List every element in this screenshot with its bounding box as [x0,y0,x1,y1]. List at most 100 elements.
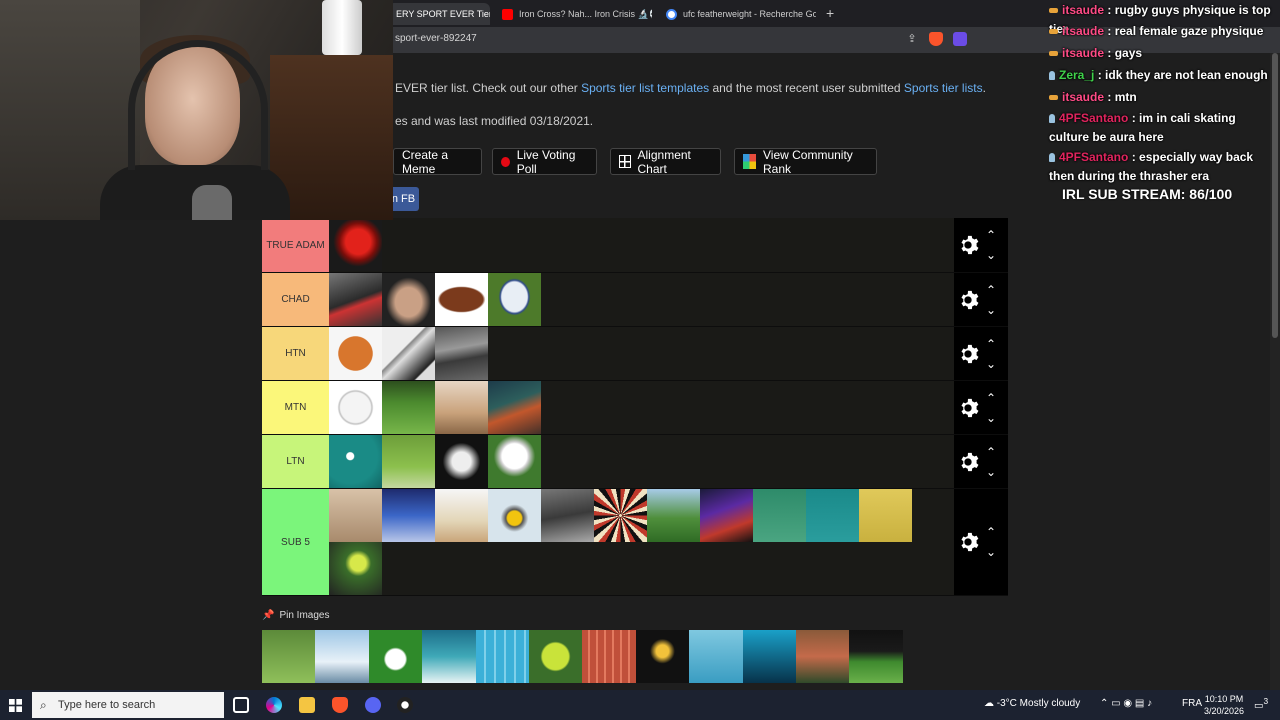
weather-widget[interactable]: ☁ -3°C Mostly cloudy [984,698,1080,709]
taskbar-search-input[interactable]: ⌕ Type here to search [32,692,224,718]
tennis-ball-tile[interactable] [528,630,583,683]
scrollbar-thumb[interactable] [1272,53,1278,338]
billiards-tile[interactable] [329,435,382,488]
table-game-tile[interactable] [435,381,488,434]
nascar-tile[interactable] [435,327,488,380]
volleyball-tile[interactable] [635,630,690,683]
fingerboard-tile[interactable] [329,489,382,542]
move-up-icon[interactable]: ⌃ [986,445,1000,459]
obs-icon[interactable] [397,697,413,713]
view-community-rank-button[interactable]: View Community Rank [734,147,877,176]
windows-start-icon[interactable] [9,699,22,712]
move-down-icon[interactable]: ⌄ [986,248,1000,262]
cricket-tile[interactable] [435,489,488,542]
tier-label[interactable]: HTN [262,327,329,380]
move-up-icon[interactable]: ⌃ [986,337,1000,351]
track-hurdles-tile[interactable] [582,630,636,683]
stadium-tile[interactable] [795,630,850,683]
clock-time: 10:10 PM [1204,694,1244,704]
button-label: Alignment Chart [637,147,691,176]
move-up-icon[interactable]: ⌃ [986,391,1000,405]
move-down-icon[interactable]: ⌄ [986,411,1000,425]
croquet-tile[interactable] [382,435,435,488]
tier-label[interactable]: MTN [262,381,329,434]
tab-google[interactable]: ufc featherweight - Recherche Googl [666,3,816,25]
move-down-icon[interactable]: ⌄ [986,545,1000,559]
brave-shield-icon[interactable] [929,32,943,46]
copilot-icon[interactable] [266,697,282,713]
notification-center-icon[interactable]: ▭3 [1254,696,1268,711]
basketball-tile[interactable] [329,327,382,380]
new-tab-button[interactable]: + [826,5,834,21]
leo-ai-icon[interactable] [953,32,967,46]
diving-tile[interactable] [742,630,796,683]
gear-icon[interactable] [957,397,979,419]
skateboard-tile[interactable] [488,381,541,434]
move-down-icon[interactable]: ⌄ [986,303,1000,317]
night-stadium-tile[interactable] [849,630,903,683]
tier-label[interactable]: TRUE ADAM [262,218,329,272]
golf-tile[interactable] [382,381,435,434]
badminton-tile[interactable] [859,489,912,542]
chat-text: idk they are not lean enough [1105,68,1268,82]
create-meme-button[interactable]: Create a Meme [393,148,482,176]
tier-label[interactable]: LTN [262,435,329,488]
lacrosse-tile[interactable] [488,435,541,488]
file-explorer-icon[interactable] [299,697,315,713]
button-label: View Community Rank [763,147,853,176]
esports-tile[interactable] [700,489,753,542]
tab-tier-list[interactable]: ERY SPORT EVER Tier ✕ [388,3,490,25]
task-view-icon[interactable] [233,697,249,713]
brave-browser-icon[interactable] [332,697,348,713]
gear-icon[interactable] [957,451,979,473]
sports-templates-link[interactable]: Sports tier list templates [581,81,709,95]
fencing-tile[interactable] [435,435,488,488]
tab-youtube[interactable]: Iron Cross? Nah... Iron Crisis 🔬💀 # [502,3,652,25]
bowling-tile[interactable] [382,489,435,542]
sports-tier-lists-link[interactable]: Sports tier lists [904,81,983,95]
move-down-icon[interactable]: ⌄ [986,465,1000,479]
skiing-tile[interactable] [315,630,369,683]
soccer-ball-tile[interactable] [368,630,423,683]
swimming-tile[interactable] [475,630,529,683]
darts-tile[interactable] [594,489,647,542]
move-up-icon[interactable]: ⌃ [986,228,1000,242]
discord-icon[interactable] [365,697,381,713]
disc-golf-tile[interactable] [647,489,700,542]
pin-images-toggle[interactable]: 📌 Pin Images [262,610,329,621]
tennis-tile[interactable] [329,542,382,595]
surfing-tile[interactable] [422,630,476,683]
tier-label[interactable]: SUB 5 [262,489,329,595]
move-up-icon[interactable]: ⌃ [986,283,1000,297]
soccer-match-tile[interactable] [262,630,316,683]
clock[interactable]: 10:10 PM 3/20/2026 [1200,693,1248,717]
move-down-icon[interactable]: ⌄ [986,357,1000,371]
move-up-icon[interactable]: ⌃ [986,525,1000,539]
chat-text: mtn [1114,90,1137,104]
field-hockey-tile[interactable] [753,489,806,542]
mma-tile[interactable] [382,273,435,326]
american-football-tile[interactable] [435,273,488,326]
rugby-tile[interactable] [488,273,541,326]
alignment-chart-button[interactable]: Alignment Chart [610,147,721,176]
language-indicator[interactable]: FRA [1182,698,1202,709]
gear-icon[interactable] [957,289,979,311]
curling-tile[interactable] [488,489,541,542]
page-scrollbar[interactable] [1270,53,1280,690]
bottle [322,0,362,55]
live-voting-poll-button[interactable]: Live Voting Poll [492,148,597,176]
boxing-glove-tile[interactable] [329,218,382,271]
gear-icon[interactable] [957,234,979,256]
baseball-tile[interactable] [329,381,382,434]
hockey-tile[interactable] [382,327,435,380]
chat-text: gays [1114,46,1143,60]
share-icon[interactable]: ⇪ [905,32,919,46]
cycling-tile[interactable] [541,489,594,542]
gear-icon[interactable] [957,531,979,553]
ping-pong-tile[interactable] [806,489,859,542]
tier-label[interactable]: CHAD [262,273,329,326]
gear-icon[interactable] [957,343,979,365]
formula-one-tile[interactable] [329,273,382,326]
water-polo-tile[interactable] [689,630,743,683]
tray-icons[interactable]: ⌃ ▭ ◉ ▤ ♪ [1100,698,1152,709]
